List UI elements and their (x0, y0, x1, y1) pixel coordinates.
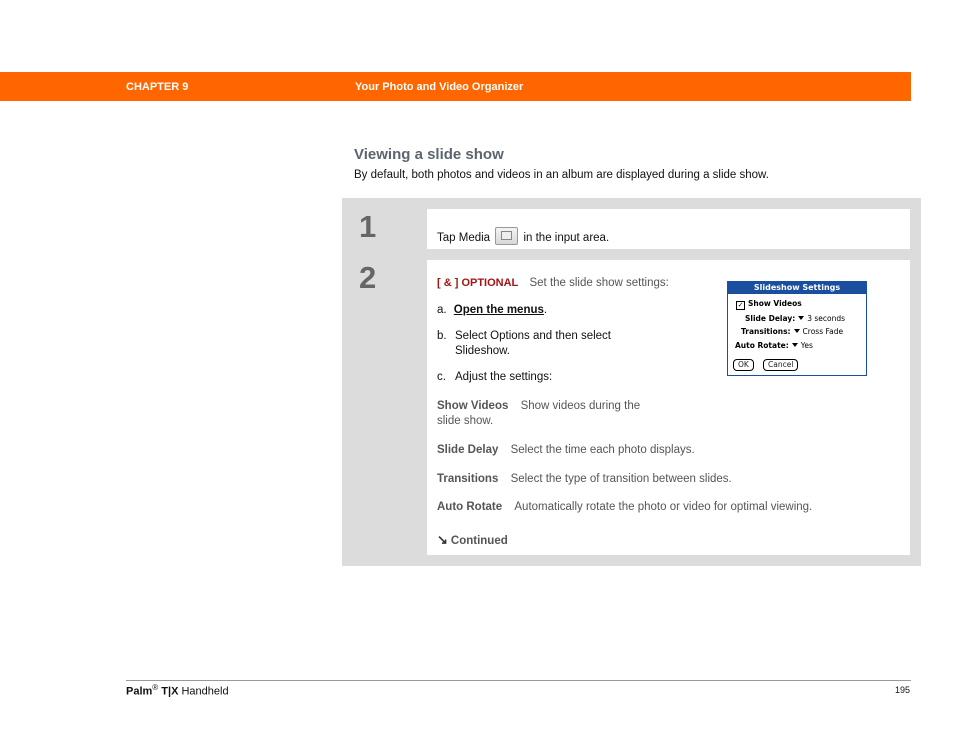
continue-arrow-icon: ↘ (437, 532, 448, 547)
continued-label: Continued (450, 535, 508, 547)
slide-delay-row[interactable]: Slide Delay: 3 seconds (745, 314, 845, 323)
auto-rotate-value: Yes (800, 341, 813, 350)
substep-a: a. Open the menus. (437, 304, 547, 316)
checkmark-icon: ✓ (736, 301, 745, 310)
step-1-text-before: Tap Media (437, 232, 491, 244)
section-title: Viewing a slide show (354, 146, 504, 163)
step-1-text-after: in the input area. (523, 232, 610, 244)
footer-model: T|X (161, 685, 179, 698)
dropdown-arrow-icon (798, 316, 805, 320)
footer-product-name: Handheld (181, 685, 229, 698)
dialog-title: Slideshow Settings (728, 282, 866, 294)
substep-c-text: Adjust the settings: (455, 371, 553, 383)
step-1-number: 1 (359, 209, 377, 244)
setting-desc: Select the time each photo displays. (510, 444, 695, 456)
auto-rotate-label: Auto Rotate: (735, 341, 789, 350)
setting-desc-cont: slide show. (437, 415, 494, 427)
step-2-number: 2 (359, 260, 377, 295)
setting-slide-delay: Slide Delay Select the time each photo d… (437, 444, 695, 456)
slideshow-settings-dialog: Slideshow Settings ✓ Show Videos Slide De… (727, 281, 867, 376)
slide-delay-label: Slide Delay: (745, 314, 796, 323)
transitions-row[interactable]: Transitions: Cross Fade (741, 327, 843, 336)
substep-c-prefix: c. (437, 371, 446, 383)
page-number: 195 (895, 685, 911, 695)
step-1-text: Tap Media in the input area. (437, 227, 609, 245)
setting-auto-rotate: Auto Rotate Automatically rotate the pho… (437, 501, 812, 513)
setting-desc: Automatically rotate the photo or video … (514, 501, 813, 513)
section-intro: By default, both photos and videos in an… (354, 169, 769, 181)
dropdown-arrow-icon (793, 329, 800, 333)
footer-product: Palm® T|X Handheld (126, 683, 229, 698)
setting-transitions: Transitions Select the type of transitio… (437, 473, 732, 485)
step-2-lead: Set the slide show settings: (529, 277, 669, 289)
media-icon[interactable] (495, 227, 519, 245)
show-videos-label: Show Videos (748, 299, 802, 308)
transitions-label: Transitions: (741, 327, 791, 336)
chapter-label: CHAPTER 9 (126, 81, 189, 93)
step-2-lead-line: [ & ] OPTIONAL Set the slide show settin… (437, 277, 669, 289)
setting-show-videos: Show Videos Show videos during the (437, 400, 640, 412)
auto-rotate-row[interactable]: Auto Rotate: Yes (735, 341, 813, 350)
substep-b-line1: Select Options and then select (455, 330, 611, 342)
slide-delay-value: 3 seconds (807, 314, 846, 323)
substep-a-suffix: . (543, 304, 548, 316)
setting-term: Auto Rotate (437, 501, 503, 513)
footer-rule (126, 680, 911, 681)
setting-term: Transitions (437, 473, 499, 485)
open-menus-link[interactable]: Open the menus (454, 304, 544, 316)
substep-a-prefix: a. (437, 304, 447, 316)
transitions-value: Cross Fade (802, 327, 844, 336)
substep-b-line2: Slideshow. (455, 345, 510, 357)
footer-brand: Palm (126, 685, 153, 698)
show-videos-checkbox[interactable]: ✓ Show Videos (736, 299, 802, 310)
substep-b-prefix: b. (437, 330, 447, 342)
footer-reg: ® (152, 683, 159, 692)
chapter-title: Your Photo and Video Organizer (355, 81, 524, 93)
setting-desc: Select the type of transition between sl… (510, 473, 732, 485)
setting-desc: Show videos during the (520, 400, 641, 412)
setting-term: Slide Delay (437, 444, 499, 456)
dropdown-arrow-icon (791, 343, 798, 347)
optional-tag: [ & ] OPTIONAL (437, 277, 519, 289)
cancel-button[interactable]: Cancel (763, 359, 799, 371)
continued-link[interactable]: ↘ Continued (437, 532, 508, 548)
ok-button[interactable]: OK (733, 359, 754, 371)
setting-term: Show Videos (437, 400, 509, 412)
